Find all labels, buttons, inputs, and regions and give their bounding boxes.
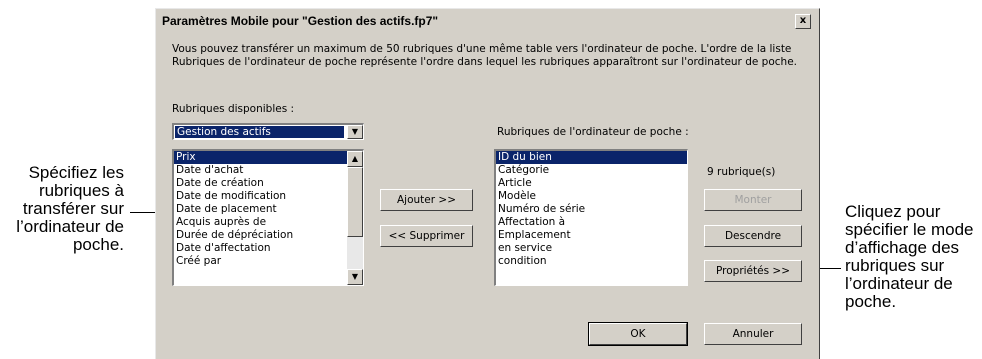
- scroll-up-icon[interactable]: ▲: [347, 151, 363, 167]
- list-item[interactable]: Date de modification: [174, 190, 347, 203]
- list-item[interactable]: Date d'affectation: [174, 242, 347, 255]
- dialog-description: Vous pouvez transférer un maximum de 50 …: [172, 43, 797, 68]
- pocket-fields-label: Rubriques de l'ordinateur de poche :: [497, 126, 689, 138]
- left-callout-line-2: rubriques à: [38, 181, 124, 200]
- ok-button[interactable]: OK: [588, 322, 688, 346]
- available-fields-list[interactable]: Prix Date d'achat Date de création Date …: [172, 149, 364, 286]
- list-item[interactable]: Modèle: [496, 190, 687, 203]
- list-item[interactable]: Catégorie: [496, 164, 687, 177]
- list-item[interactable]: Prix: [174, 151, 347, 164]
- table-select-value: Gestion des actifs: [175, 126, 344, 138]
- right-callout: Cliquez pour spécifier le mode d’afficha…: [845, 203, 982, 311]
- scrollbar-thumb[interactable]: [347, 167, 363, 237]
- chevron-down-icon[interactable]: ▼: [347, 125, 363, 139]
- table-select[interactable]: Gestion des actifs ▼: [172, 123, 364, 140]
- available-list-scrollbar[interactable]: ▲ ▼: [347, 151, 363, 285]
- left-callout: Spécifiez les rubriques à transférer sur…: [0, 164, 124, 254]
- left-callout-line-4: l’ordinateur de: [16, 217, 124, 236]
- list-item[interactable]: Emplacement: [496, 229, 687, 242]
- list-item[interactable]: ID du bien: [496, 151, 687, 164]
- right-callout-line-2: spécifier le mode: [845, 220, 974, 239]
- list-item[interactable]: Article: [496, 177, 687, 190]
- list-item[interactable]: Date d'achat: [174, 164, 347, 177]
- move-up-button[interactable]: Monter: [704, 189, 802, 211]
- scroll-down-icon[interactable]: ▼: [347, 269, 363, 285]
- list-item[interactable]: Affectation à: [496, 216, 687, 229]
- list-item[interactable]: condition: [496, 255, 687, 268]
- list-item[interactable]: en service: [496, 242, 687, 255]
- right-callout-line-6: poche.: [845, 292, 897, 311]
- left-callout-line-5: poche.: [72, 235, 124, 254]
- right-callout-line-5: l’ordinateur de: [845, 274, 953, 293]
- list-item[interactable]: Créé par: [174, 255, 347, 268]
- list-item[interactable]: Date de création: [174, 177, 347, 190]
- pocket-fields-list[interactable]: ID du bien Catégorie Article Modèle Numé…: [494, 149, 688, 286]
- left-callout-line-3: transférer sur: [22, 199, 124, 218]
- right-callout-line-1: Cliquez pour: [845, 202, 941, 221]
- field-count: 9 rubrique(s): [707, 166, 776, 178]
- available-fields-label: Rubriques disponibles :: [172, 103, 295, 115]
- right-callout-line-3: d’affichage des: [845, 238, 960, 257]
- add-button[interactable]: Ajouter >>: [380, 189, 473, 211]
- list-item[interactable]: Durée de dépréciation: [174, 229, 347, 242]
- right-callout-line-4: rubriques sur: [845, 256, 945, 275]
- remove-button[interactable]: << Supprimer: [380, 225, 473, 247]
- list-item[interactable]: Date de placement: [174, 203, 347, 216]
- move-down-button[interactable]: Descendre: [704, 225, 802, 247]
- list-item[interactable]: Numéro de série: [496, 203, 687, 216]
- mobile-settings-dialog: Paramètres Mobile pour "Gestion des acti…: [155, 8, 820, 359]
- cancel-button[interactable]: Annuler: [704, 323, 802, 345]
- dialog-title: Paramètres Mobile pour "Gestion des acti…: [162, 14, 439, 28]
- properties-button[interactable]: Propriétés >>: [704, 260, 802, 282]
- close-icon[interactable]: x: [795, 14, 811, 29]
- left-callout-leader: [130, 212, 155, 213]
- list-item[interactable]: Acquis auprès de: [174, 216, 347, 229]
- dialog-titlebar: Paramètres Mobile pour "Gestion des acti…: [158, 11, 817, 31]
- left-callout-line-1: Spécifiez les: [28, 163, 124, 182]
